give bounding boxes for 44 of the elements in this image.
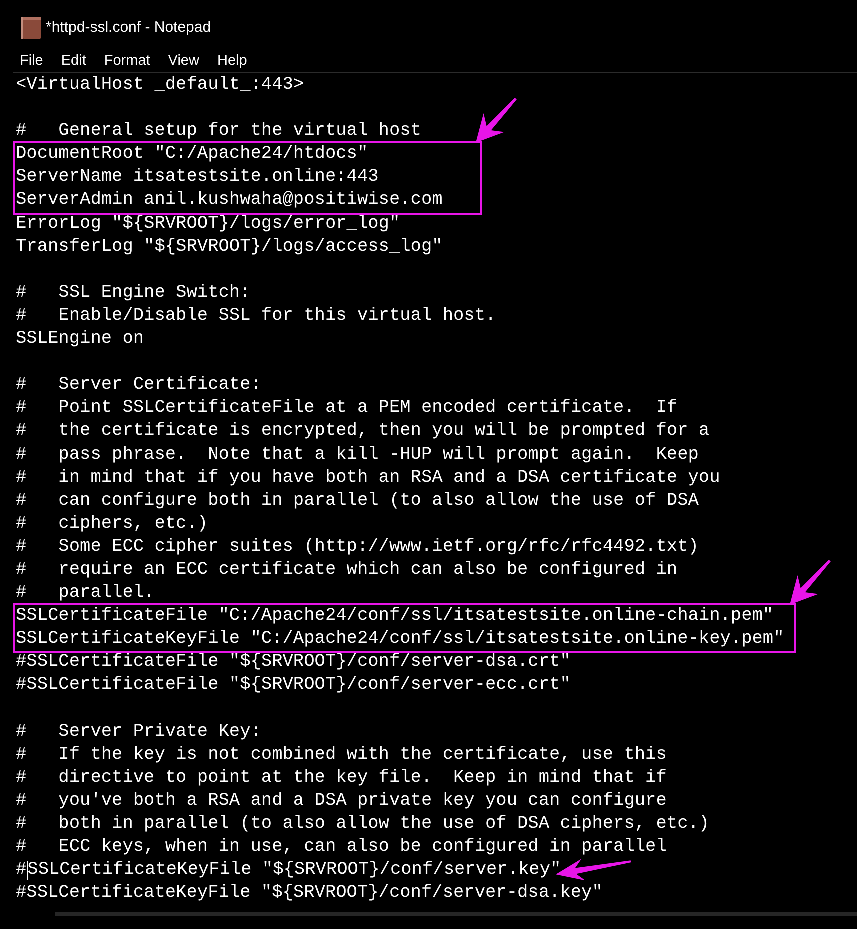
code-line: # Server Private Key: xyxy=(16,722,262,742)
code-line: ServerAdmin anil.kushwaha@positiwise.com xyxy=(16,190,443,210)
menu-item[interactable]: File xyxy=(13,50,52,72)
code-line: # parallel. xyxy=(16,583,155,604)
code-line: ServerName itsatestsite.online:443 xyxy=(16,167,379,188)
annotation-arrow xyxy=(476,98,517,143)
code-line: # ciphers, etc.) xyxy=(16,514,208,534)
code-line: #SSLCertificateKeyFile "${SRVROOT}/conf/server-dsa.key" xyxy=(16,883,603,904)
code-line: # Server Certificate: xyxy=(16,375,262,396)
code-line: <VirtualHost _default_:443> xyxy=(16,75,304,95)
code-line: # both in parallel (to also allow the use of DSA ciphers, etc.) xyxy=(16,814,710,834)
code-line: # the certificate is encrypted, then you will be prompted for a xyxy=(16,421,710,442)
code-line: # Some ECC cipher suites (http://www.ietf.org/rfc/rfc4492.txt) xyxy=(16,536,699,557)
code-line: SSLCertificateKeyFile "${SRVROOT}/conf/server.key" xyxy=(28,859,562,882)
code-line: # can configure both in parallel (to also allow the use of DSA xyxy=(16,490,699,511)
code-line: SSLEngine on xyxy=(16,329,144,350)
code-line: # Enable/Disable SSL for this virtual host. xyxy=(16,306,496,326)
code-line: SSLCertificateFile "C:/Apache24/conf/ssl/itsatestsite.online-chain.pem" xyxy=(16,606,774,626)
code-line: # xyxy=(16,859,27,882)
menu-item[interactable]: Help xyxy=(208,50,256,72)
code-line: #SSLCertificateFile "${SRVROOT}/conf/server-ecc.crt" xyxy=(16,675,571,696)
code-line: # you've both a RSA and a DSA private key you can configure xyxy=(16,790,667,811)
code-line: SSLCertificateKeyFile "C:/Apache24/conf/ssl/itsatestsite.online-key.pem" xyxy=(16,629,784,650)
code-line: # ECC keys, when in use, can also be configured in parallel xyxy=(16,837,667,858)
code-line: #SSLCertificateFile "${SRVROOT}/conf/server-dsa.crt" xyxy=(16,652,571,672)
code-line: ErrorLog "${SRVROOT}/logs/error_log" xyxy=(16,214,400,234)
code-line: # SSL Engine Switch: xyxy=(16,282,251,303)
code-line: # in mind that if you have both an RSA and a DSA certificate you xyxy=(16,468,720,488)
notepad-icon xyxy=(21,17,41,39)
text-cursor xyxy=(26,861,28,880)
code-line: # If the key is not combined with the certificate, use this xyxy=(16,744,667,765)
window-title: *httpd-ssl.conf - Notepad xyxy=(46,18,212,38)
code-line: # require an ECC certificate which can also be configured in xyxy=(16,560,678,580)
code-line: # pass phrase. Note that a kill -HUP will prompt again. Keep xyxy=(16,444,699,464)
code-line: # Point SSLCertificateFile at a PEM encoded certificate. If xyxy=(16,398,678,418)
menu-item[interactable]: View xyxy=(159,50,208,72)
code-line: DocumentRoot "C:/Apache24/htdocs" xyxy=(16,144,368,164)
horizontal-scrollbar[interactable] xyxy=(55,912,857,916)
code-line: # directive to point at the key file. Keep in mind that if xyxy=(16,768,667,788)
code-line: TransferLog "${SRVROOT}/logs/access_log" xyxy=(16,236,443,257)
annotation-arrow xyxy=(790,560,832,605)
menu-item[interactable]: Format xyxy=(95,50,160,72)
code-line: # General setup for the virtual host xyxy=(16,121,422,142)
menu-item[interactable]: Edit xyxy=(52,50,96,72)
